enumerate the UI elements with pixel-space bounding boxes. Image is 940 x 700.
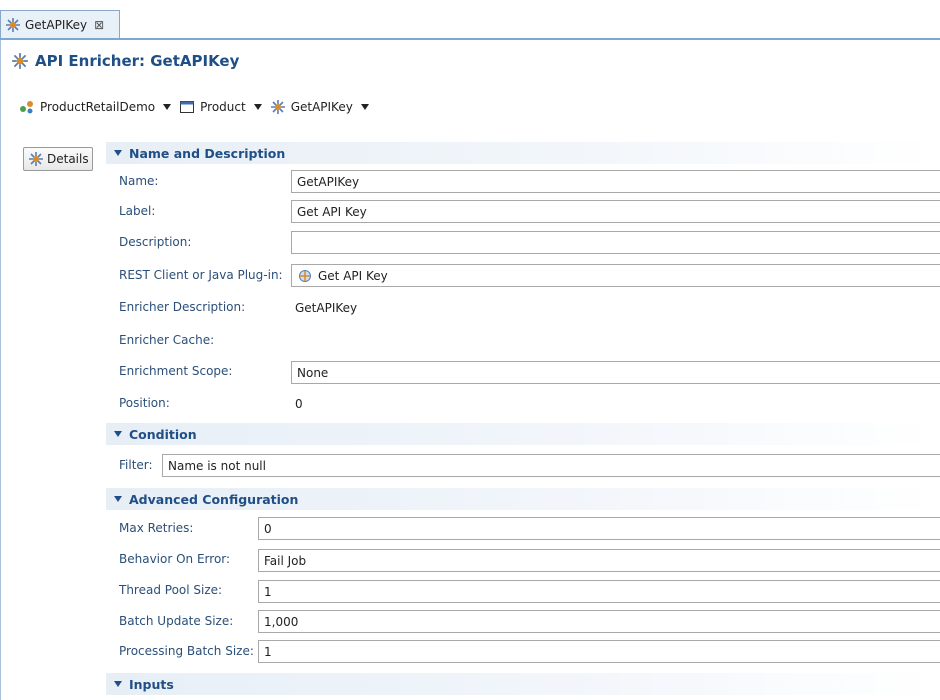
- tab-getapikey[interactable]: GetAPIKey ⊠: [0, 10, 120, 38]
- section-inputs[interactable]: Inputs: [106, 673, 940, 695]
- thread-pool-size-field[interactable]: 1: [258, 580, 940, 603]
- details-button[interactable]: Details: [23, 147, 93, 171]
- thread-pool-size-label: Thread Pool Size:: [119, 583, 223, 597]
- enricher-cache-label: Enricher Cache:: [119, 333, 215, 347]
- breadcrumb: ProductRetailDemo Product GetAPIKey: [19, 97, 377, 117]
- batch-update-size-label: Batch Update Size:: [119, 614, 234, 628]
- enricher-icon: [12, 53, 28, 69]
- behavior-on-error-select[interactable]: Fail Job: [258, 549, 940, 572]
- breadcrumb-item-enricher[interactable]: GetAPIKey: [270, 99, 369, 115]
- name-label: Name:: [119, 174, 159, 188]
- filter-field[interactable]: Name is not null: [162, 454, 940, 477]
- project-icon: [20, 101, 33, 114]
- position-value: 0: [295, 397, 303, 411]
- collapse-triangle-icon[interactable]: [114, 150, 122, 156]
- batch-update-size-field[interactable]: 1,000: [258, 610, 940, 633]
- breadcrumb-item-entity[interactable]: Product: [179, 99, 262, 115]
- section-name-description[interactable]: Name and Description: [106, 142, 940, 164]
- enricher-icon: [270, 100, 285, 114]
- description-field[interactable]: [291, 231, 940, 254]
- enrichment-scope-select[interactable]: None: [291, 361, 940, 384]
- label-field[interactable]: Get API Key: [291, 200, 940, 223]
- rest-client-label: REST Client or Java Plug-in:: [119, 268, 283, 282]
- name-field[interactable]: GetAPIKey: [291, 170, 940, 193]
- max-retries-label: Max Retries:: [119, 521, 194, 535]
- description-label: Description:: [119, 235, 192, 249]
- chevron-down-icon[interactable]: [163, 104, 172, 110]
- editor-header: API Enricher: GetAPIKey: [11, 50, 239, 72]
- collapse-triangle-icon[interactable]: [114, 496, 122, 502]
- editor-panel: API Enricher: GetAPIKey ProductRetailDem…: [0, 40, 940, 700]
- enricher-icon: [29, 152, 43, 166]
- processing-batch-size-label: Processing Batch Size:: [119, 644, 254, 658]
- breadcrumb-item-project[interactable]: ProductRetailDemo: [19, 99, 172, 115]
- chevron-down-icon[interactable]: [360, 104, 369, 110]
- rest-client-value: Get API Key: [318, 268, 388, 283]
- max-retries-field[interactable]: 0: [258, 517, 940, 540]
- enrichment-scope-label: Enrichment Scope:: [119, 364, 233, 378]
- processing-batch-size-field[interactable]: 1: [258, 640, 940, 663]
- filter-label: Filter:: [119, 458, 153, 472]
- page-title: API Enricher: GetAPIKey: [35, 52, 240, 70]
- enricher-icon: [6, 17, 20, 32]
- chevron-down-icon[interactable]: [253, 104, 262, 110]
- plugin-icon: [299, 269, 311, 282]
- enricher-description-value: GetAPIKey: [295, 301, 358, 315]
- label-label: Label:: [119, 204, 156, 218]
- section-advanced-configuration[interactable]: Advanced Configuration: [106, 488, 940, 510]
- section-condition[interactable]: Condition: [106, 423, 940, 445]
- collapse-triangle-icon[interactable]: [114, 681, 122, 687]
- close-icon[interactable]: ⊠: [94, 19, 104, 31]
- entity-window-icon: [180, 101, 195, 113]
- enricher-description-label: Enricher Description:: [119, 300, 246, 314]
- editor-tab-strip: GetAPIKey ⊠: [0, 0, 940, 40]
- position-label: Position:: [119, 396, 170, 410]
- rest-client-field[interactable]: Get API Key: [291, 264, 940, 287]
- tab-label: GetAPIKey: [25, 17, 88, 32]
- collapse-triangle-icon[interactable]: [114, 431, 122, 437]
- behavior-on-error-label: Behavior On Error:: [119, 552, 231, 566]
